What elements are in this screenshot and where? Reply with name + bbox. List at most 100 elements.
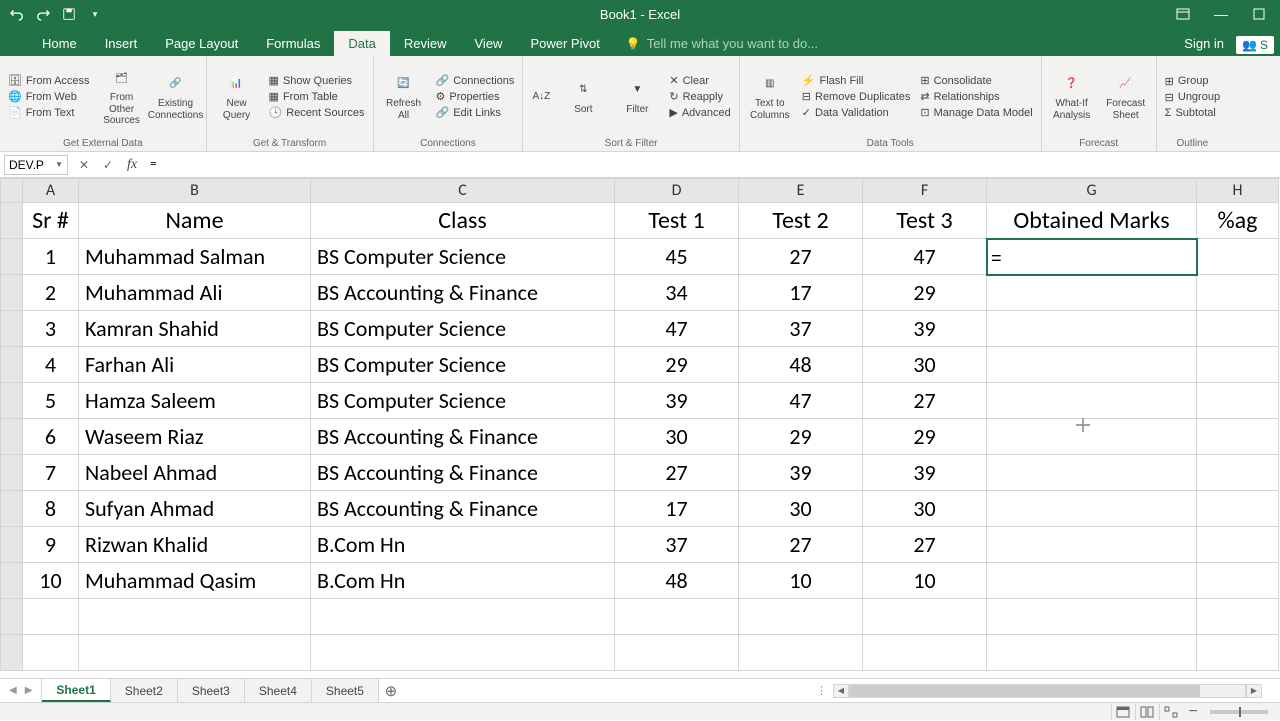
group-button[interactable]: ⊞Group <box>1163 74 1222 89</box>
cell[interactable] <box>1197 347 1279 383</box>
cell[interactable] <box>987 455 1197 491</box>
column-header-E[interactable]: E <box>739 179 863 203</box>
tab-data[interactable]: Data <box>334 31 389 56</box>
sheet-tab-sheet4[interactable]: Sheet4 <box>245 679 312 702</box>
cell[interactable]: 9 <box>23 527 79 563</box>
cell[interactable]: BS Computer Science <box>311 383 615 419</box>
cell[interactable] <box>1197 635 1279 671</box>
cell[interactable] <box>1197 419 1279 455</box>
existing-connections-button[interactable]: 🔗Existing Connections <box>152 72 200 121</box>
row-header[interactable] <box>1 419 23 455</box>
edit-links-button[interactable]: 🔗Edit Links <box>434 105 517 120</box>
cell[interactable]: 30 <box>863 491 987 527</box>
tab-view[interactable]: View <box>461 31 517 56</box>
maximize-icon[interactable] <box>1242 2 1276 26</box>
sheet-tab-sheet2[interactable]: Sheet2 <box>111 679 178 702</box>
zoom-out-button[interactable]: − <box>1183 703 1204 721</box>
from-access-button[interactable]: 🗄From Access <box>6 73 92 88</box>
sheet-tab-sheet1[interactable]: Sheet1 <box>42 679 110 702</box>
cell[interactable]: BS Accounting & Finance <box>311 491 615 527</box>
cell[interactable] <box>1197 239 1279 275</box>
cell[interactable]: 39 <box>739 455 863 491</box>
enter-formula-button[interactable]: ✓ <box>96 155 120 175</box>
row-header[interactable] <box>1 455 23 491</box>
cell[interactable] <box>23 635 79 671</box>
cell[interactable]: 48 <box>739 347 863 383</box>
from-other-sources-button[interactable]: 🗂From Other Sources <box>98 66 146 127</box>
cell[interactable]: Sufyan Ahmad <box>79 491 311 527</box>
cell[interactable]: BS Accounting & Finance <box>311 275 615 311</box>
tab-home[interactable]: Home <box>28 31 91 56</box>
cell[interactable]: Muhammad Salman <box>79 239 311 275</box>
cell[interactable]: 27 <box>615 455 739 491</box>
cell[interactable]: 27 <box>863 527 987 563</box>
cell[interactable]: 17 <box>739 275 863 311</box>
row-header[interactable] <box>1 491 23 527</box>
header-cell[interactable]: Sr # <box>23 203 79 239</box>
row-header[interactable] <box>1 383 23 419</box>
add-sheet-button[interactable]: ⊕ <box>379 682 403 700</box>
column-header-B[interactable]: B <box>79 179 311 203</box>
horizontal-scrollbar[interactable]: ⋮ ◀ ▶ <box>810 679 1280 702</box>
row-header[interactable] <box>1 599 23 635</box>
signin-link[interactable]: Sign in <box>1172 31 1236 56</box>
header-cell[interactable]: Class <box>311 203 615 239</box>
sort-button[interactable]: ⇅Sort <box>559 78 607 116</box>
sort-az-button[interactable]: A↓Z <box>529 91 553 103</box>
recent-sources-button[interactable]: 🕓Recent Sources <box>267 105 367 120</box>
clear-button[interactable]: ✕Clear <box>667 73 732 88</box>
relationships-button[interactable]: ⇄Relationships <box>918 89 1034 104</box>
ribbon-display-icon[interactable] <box>1166 2 1200 26</box>
column-header-H[interactable]: H <box>1197 179 1279 203</box>
formula-input[interactable] <box>144 155 1280 175</box>
row-header[interactable] <box>1 311 23 347</box>
qat-customize-icon[interactable]: ▾ <box>88 7 102 21</box>
cell[interactable] <box>987 275 1197 311</box>
cell[interactable] <box>311 599 615 635</box>
cell[interactable]: BS Accounting & Finance <box>311 419 615 455</box>
cell[interactable]: 30 <box>739 491 863 527</box>
cell[interactable] <box>1197 491 1279 527</box>
cell[interactable]: 47 <box>863 239 987 275</box>
share-button[interactable]: 👥 S <box>1236 36 1274 54</box>
cell[interactable] <box>1197 383 1279 419</box>
flash-fill-button[interactable]: ⚡Flash Fill <box>800 73 913 88</box>
cell[interactable] <box>1197 275 1279 311</box>
cell[interactable]: Muhammad Qasim <box>79 563 311 599</box>
scroll-left-button[interactable]: ◀ <box>833 684 849 698</box>
tab-formulas[interactable]: Formulas <box>252 31 334 56</box>
cell[interactable] <box>863 599 987 635</box>
cancel-formula-button[interactable]: ✕ <box>72 155 96 175</box>
cell[interactable] <box>739 635 863 671</box>
cell[interactable]: 8 <box>23 491 79 527</box>
scroll-thumb[interactable] <box>850 685 1200 697</box>
row-header[interactable] <box>1 563 23 599</box>
cell[interactable]: 3 <box>23 311 79 347</box>
cell[interactable] <box>79 635 311 671</box>
cell[interactable] <box>1197 527 1279 563</box>
cell[interactable]: 10 <box>863 563 987 599</box>
header-cell[interactable]: %ag <box>1197 203 1279 239</box>
cell[interactable] <box>311 635 615 671</box>
scroll-right-button[interactable]: ▶ <box>1246 684 1262 698</box>
cell[interactable] <box>1197 563 1279 599</box>
cell[interactable]: 47 <box>739 383 863 419</box>
consolidate-button[interactable]: ⊞Consolidate <box>918 73 1034 88</box>
select-all-cell[interactable] <box>1 179 23 203</box>
cell[interactable]: Kamran Shahid <box>79 311 311 347</box>
from-web-button[interactable]: 🌐From Web <box>6 89 92 104</box>
ungroup-button[interactable]: ⊟Ungroup <box>1163 90 1222 105</box>
cell[interactable]: 29 <box>615 347 739 383</box>
cell[interactable] <box>987 527 1197 563</box>
tab-review[interactable]: Review <box>390 31 461 56</box>
column-header-G[interactable]: G <box>987 179 1197 203</box>
row-header[interactable] <box>1 275 23 311</box>
cell[interactable]: 34 <box>615 275 739 311</box>
text-to-columns-button[interactable]: ▥Text to Columns <box>746 72 794 121</box>
cell[interactable]: 48 <box>615 563 739 599</box>
cell[interactable]: 39 <box>615 383 739 419</box>
header-cell[interactable]: Obtained Marks <box>987 203 1197 239</box>
sheet-nav-next[interactable]: ▶ <box>22 685 36 696</box>
row-header[interactable] <box>1 203 23 239</box>
cell[interactable] <box>1197 311 1279 347</box>
